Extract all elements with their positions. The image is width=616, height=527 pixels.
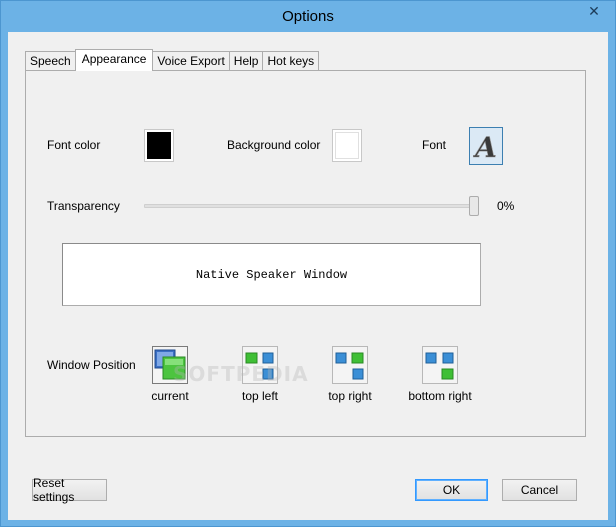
bottom-right-position-icon — [425, 352, 454, 380]
preview-window: Native Speaker Window — [62, 243, 481, 306]
background-color-swatch[interactable] — [332, 129, 362, 162]
background-color-label: Background color — [227, 138, 321, 152]
position-current-label: current — [151, 389, 189, 403]
cancel-button[interactable]: Cancel — [502, 479, 577, 501]
font-color-swatch[interactable] — [144, 129, 174, 162]
font-color-label: Font color — [47, 138, 101, 152]
tab-hot-keys[interactable]: Hot keys — [262, 51, 320, 71]
close-icon: ✕ — [588, 2, 600, 19]
tab-appearance[interactable]: Appearance — [74, 49, 154, 71]
position-top-left-label: top left — [241, 389, 279, 403]
tab-speech[interactable]: Speech — [25, 51, 76, 71]
background-color-fill — [335, 132, 359, 159]
transparency-slider-track[interactable] — [144, 204, 479, 208]
position-top-right-label: top right — [328, 389, 372, 403]
preview-text: Native Speaker Window — [195, 267, 348, 282]
tab-voice-export[interactable]: Voice Export — [152, 51, 230, 71]
close-button[interactable]: ✕ — [579, 1, 609, 21]
position-top-right-button[interactable] — [332, 346, 368, 384]
softpedia-watermark: SOFTPEDIA — [173, 362, 309, 386]
options-window: Options ✕ Speech Appearance Voice Export… — [0, 0, 616, 527]
font-icon: A — [473, 131, 497, 161]
top-right-position-icon — [335, 352, 364, 380]
dialog-body: Speech Appearance Voice Export Help Hot … — [8, 32, 608, 520]
tab-strip: Speech Appearance Voice Export Help Hot … — [25, 49, 320, 71]
appearance-panel: Font color Background color Font A Trans… — [25, 70, 586, 437]
font-picker-button[interactable]: A — [469, 127, 503, 165]
window-title: Options — [282, 8, 334, 25]
transparency-slider-thumb[interactable] — [469, 196, 479, 216]
font-color-fill — [147, 132, 171, 159]
transparency-value: 0% — [497, 199, 515, 213]
font-label: Font — [422, 138, 447, 152]
reset-settings-button[interactable]: Reset settings — [32, 476, 107, 504]
ok-button[interactable]: OK — [415, 479, 488, 501]
transparency-label: Transparency — [47, 199, 120, 213]
window-position-label: Window Position — [47, 358, 136, 372]
position-bottom-right-button[interactable] — [422, 346, 458, 384]
svg-text:A: A — [473, 131, 497, 161]
position-bottom-right-label: bottom right — [408, 389, 472, 403]
tab-help[interactable]: Help — [228, 51, 264, 71]
title-bar: Options — [1, 1, 615, 32]
